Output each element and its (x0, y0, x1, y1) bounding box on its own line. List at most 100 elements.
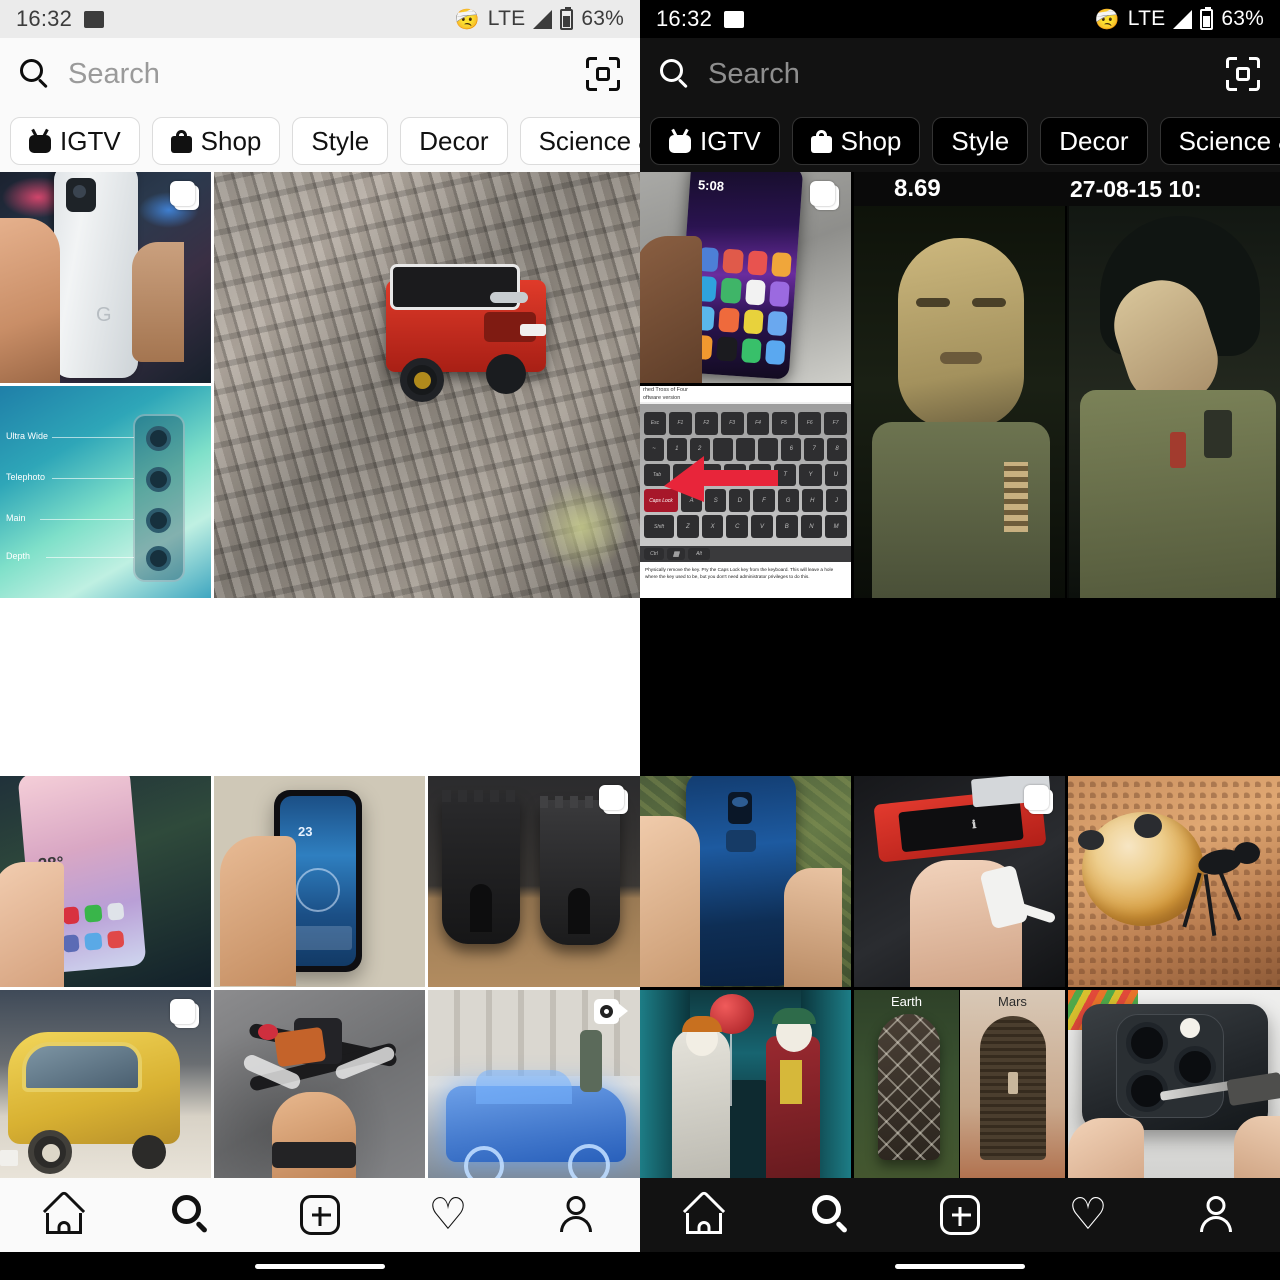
chip-style[interactable]: Style (292, 117, 389, 165)
battery-icon (560, 6, 574, 30)
grid-cell-caps-lock-keyboard-tip[interactable]: rhed Tross of Four oftware version Esc F1… (640, 386, 851, 598)
chip-label: IGTV (700, 125, 761, 156)
status-clock: 16:32 (16, 6, 73, 31)
chip-label: Style (311, 125, 370, 156)
video-overlay-right: 27-08-15 10: (1070, 175, 1202, 202)
search-bar[interactable] (0, 38, 640, 110)
status-bar: 16:32 🤕 LTE 63% (0, 0, 640, 38)
grid-cell-quad-camera-diagram[interactable]: Ultra Wide Telephoto Main Depth (0, 386, 211, 598)
tab-activity[interactable]: ♡ (1053, 1187, 1123, 1243)
network-type-label: LTE (1127, 7, 1166, 30)
grid-cell-galaxy-s9-blue-in-hand[interactable] (640, 776, 851, 987)
gesture-home-bar[interactable] (640, 1252, 1280, 1280)
video-overlay-left: 8.69 (894, 175, 941, 202)
search-icon (20, 59, 50, 89)
chip-label: Decor (419, 125, 489, 156)
bluetooth-icon: 🤕 (454, 8, 480, 31)
search-input[interactable] (68, 57, 568, 91)
tab-create[interactable] (925, 1187, 995, 1243)
chip-igtv[interactable]: IGTV (650, 117, 780, 165)
tab-home[interactable] (669, 1187, 739, 1243)
search-bar[interactable] (640, 38, 1280, 110)
grid-cell-iphone-11-pro-camera-scratch-test[interactable] (1068, 990, 1280, 1178)
tab-search[interactable] (797, 1187, 867, 1243)
chip-label: Science & Tech (538, 125, 640, 156)
network-type-label: LTE (487, 7, 526, 30)
chip-decor[interactable]: Decor (400, 117, 508, 165)
person-icon (1196, 1195, 1236, 1235)
image-icon (724, 10, 745, 28)
heart-icon: ♡ (428, 1190, 468, 1239)
signal-icon (1173, 9, 1193, 29)
grid-cell-yellow-isetta-microcar[interactable] (0, 990, 211, 1178)
carousel-badge (170, 181, 199, 210)
grid-cell-3d-printed-castle-towers[interactable] (428, 776, 640, 987)
scan-code-icon[interactable] (586, 57, 620, 91)
chip-igtv[interactable]: IGTV (10, 117, 140, 165)
tab-profile[interactable] (1181, 1187, 1251, 1243)
chip-style[interactable]: Style (932, 117, 1029, 165)
bottom-tab-bar[interactable]: ♡ (640, 1178, 1280, 1252)
grid-cell-xray-car-render[interactable] (428, 990, 640, 1178)
category-chip-row[interactable]: IGTV Shop Style Decor Science & Tech (0, 110, 640, 172)
gesture-home-bar[interactable] (0, 1252, 640, 1280)
grid-cell-pilot-g-force-test-video[interactable]: 8.69 27-08-15 10: (854, 172, 1280, 598)
tab-profile[interactable] (541, 1187, 611, 1243)
bottom-tab-bar[interactable]: ♡ (0, 1178, 640, 1252)
camera-label-telephoto: Telephoto (6, 472, 46, 482)
chip-label: Decor (1059, 125, 1129, 156)
home-icon (682, 1189, 726, 1234)
carousel-badge (1024, 785, 1053, 814)
person-icon (556, 1195, 596, 1235)
chip-label: Style (951, 125, 1010, 156)
signal-icon (533, 9, 553, 29)
chip-label: Science & Tech (1178, 125, 1280, 156)
chip-science-tech[interactable]: Science & Tech (519, 117, 640, 165)
tab-activity[interactable]: ♡ (413, 1187, 483, 1243)
igtv-icon (29, 128, 51, 153)
label-earth: Earth (890, 994, 923, 1009)
instagram-explore-dark-screen: 16:32 🤕 LTE 63% IGTV (640, 0, 1280, 1280)
heart-icon: ♡ (1068, 1190, 1108, 1239)
category-chip-row[interactable]: IGTV Shop Style Decor Science & Tech (640, 110, 1280, 172)
battery-percent: 63% (1221, 7, 1264, 30)
shop-bag-icon (170, 129, 192, 153)
camera-label-ultra-wide: Ultra Wide (6, 431, 49, 441)
image-icon (84, 10, 105, 28)
search-icon (812, 1195, 852, 1235)
chip-label: IGTV (60, 125, 121, 156)
explore-grid[interactable]: G Ultra Wide Telephoto Main Depth 23 (0, 172, 640, 1178)
tab-create[interactable] (285, 1187, 355, 1243)
chip-shop[interactable]: Shop (791, 117, 921, 165)
grid-cell-rc-jeep-on-rocks[interactable] (214, 172, 640, 598)
grid-cell-pixel-phone-in-hand[interactable]: G (0, 172, 211, 383)
shop-bag-icon (810, 129, 832, 153)
video-badge (594, 999, 628, 1024)
carousel-badge (810, 181, 839, 210)
chip-label: Shop (840, 125, 902, 156)
chip-science-tech[interactable]: Science & Tech (1159, 117, 1280, 165)
chip-decor[interactable]: Decor (1040, 117, 1148, 165)
chip-shop[interactable]: Shop (151, 117, 281, 165)
grid-cell-xiaomi-mi-mix-in-hand[interactable]: 5:08 (640, 172, 851, 383)
phone-lockscreen-clock: 5:08 (697, 177, 725, 194)
status-clock: 16:32 (656, 6, 713, 31)
grid-cell-joker-and-pennywise[interactable] (640, 990, 851, 1178)
tab-search[interactable] (157, 1187, 227, 1243)
tab-home[interactable] (29, 1187, 99, 1243)
grid-cell-earth-mars-3d-printed-habitat[interactable]: Earth Mars 2019 2029? (854, 990, 1065, 1178)
search-input[interactable] (708, 57, 1208, 91)
grid-cell-red-phone-charging[interactable]: ℹ (854, 776, 1065, 987)
grid-cell-fpv-drone-in-hand[interactable] (214, 990, 425, 1178)
grid-cell-galaxy-note-in-hand[interactable]: 28° (0, 776, 211, 987)
grid-cell-iphone-xray-screen[interactable]: 23 (214, 776, 425, 987)
search-icon (660, 59, 690, 89)
scan-code-icon[interactable] (1226, 57, 1260, 91)
grid-cell-honeypot-ant-macro[interactable] (1068, 776, 1280, 987)
plus-square-icon (300, 1195, 340, 1235)
carousel-badge (170, 999, 199, 1028)
bluetooth-icon: 🤕 (1094, 8, 1120, 31)
home-icon (42, 1189, 86, 1234)
search-icon (172, 1195, 212, 1235)
explore-grid[interactable]: 5:08 rhed Tross of Four oftware version … (640, 172, 1280, 1178)
